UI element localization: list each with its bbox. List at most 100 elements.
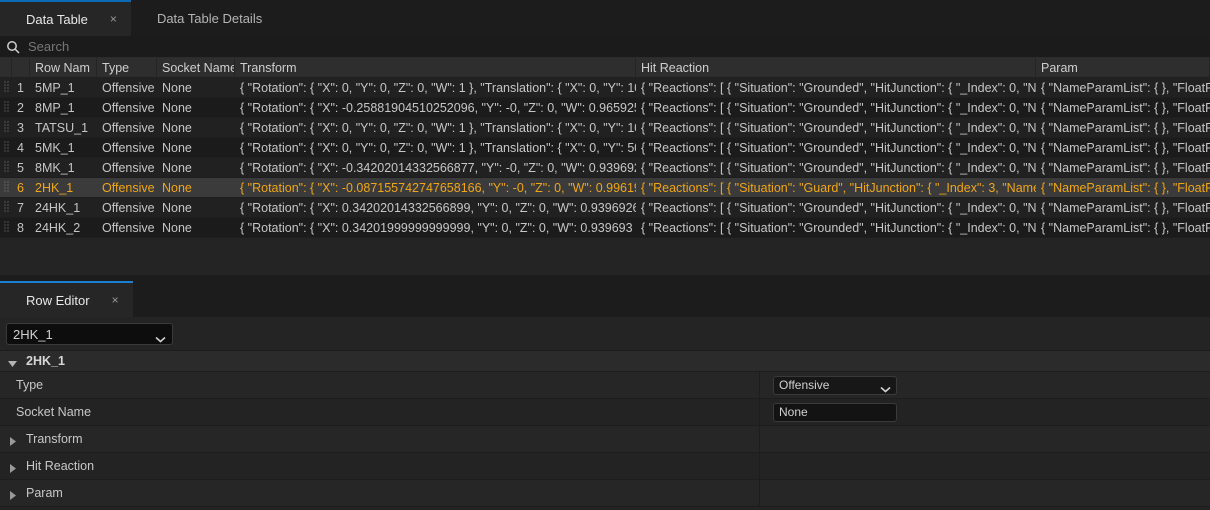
- tab-data-table-label: Data Table: [26, 11, 88, 27]
- data-table-panel: Search Row Nam Type Socket Name Transfor…: [0, 36, 1210, 275]
- tab-row-editor[interactable]: Row Editor ×: [0, 281, 133, 317]
- property-label-cell: Type: [0, 371, 760, 399]
- property-group-label: 2HK_1: [26, 354, 65, 368]
- cell-type: Offensive: [102, 220, 155, 235]
- socket-name-input[interactable]: None: [773, 402, 897, 422]
- cell-transform: { "Rotation": { "X": 0.34202014332566899…: [240, 200, 636, 215]
- row-index: 3: [17, 120, 24, 135]
- cell-hit-reaction: { "Reactions": [ { "Situation": "Grounde…: [641, 140, 1036, 155]
- cell-row-name: 8MP_1: [35, 100, 75, 115]
- search-icon: [6, 40, 20, 54]
- property-group-header[interactable]: 2HK_1: [0, 350, 1210, 372]
- table-row[interactable]: 6 2HK_1 Offensive None { "Rotation": { "X": …: [0, 178, 1210, 198]
- cell-socket-name: None: [162, 100, 192, 115]
- main-tab-bar: Data Table × Data Table Details: [0, 0, 1210, 36]
- property-row[interactable]: Transform: [0, 425, 1210, 453]
- property-row[interactable]: Param: [0, 479, 1210, 507]
- row-drag-handle[interactable]: [0, 198, 12, 218]
- cell-row-name: 24HK_2: [35, 220, 81, 235]
- cell-socket-name: None: [162, 220, 192, 235]
- property-label: Hit Reaction: [26, 459, 95, 473]
- column-header-type[interactable]: Type: [97, 58, 157, 77]
- cell-transform: { "Rotation": { "X": -0.3420201433256687…: [240, 160, 636, 175]
- column-header-socket-name[interactable]: Socket Name: [157, 58, 235, 77]
- table-header-row: Row Nam Type Socket Name Transform Hit R…: [0, 58, 1210, 78]
- cell-transform: { "Rotation": { "X": 0, "Y": 0, "Z": 0, …: [240, 80, 636, 95]
- cell-type: Offensive: [102, 160, 155, 175]
- cell-row-name: 2HK_1: [35, 180, 74, 195]
- table-row[interactable]: 8 24HK_2 Offensive None { "Rotation": { "X":…: [0, 218, 1210, 238]
- row-drag-handle[interactable]: [0, 98, 12, 118]
- cell-row-name: 5MK_1: [35, 140, 75, 155]
- property-value-cell: None: [760, 399, 1210, 426]
- table-row[interactable]: 1 5MP_1 Offensive None { "Rotation": { "X": …: [0, 78, 1210, 98]
- triangle-right-icon[interactable]: [8, 489, 17, 500]
- table-row[interactable]: 2 8MP_1 Offensive None { "Rotation": { "X": …: [0, 98, 1210, 118]
- tab-data-table[interactable]: Data Table ×: [0, 0, 131, 36]
- tab-data-table-details[interactable]: Data Table Details: [131, 0, 276, 36]
- property-row[interactable]: Socket Name None: [0, 398, 1210, 426]
- row-drag-handle[interactable]: [0, 118, 12, 138]
- cell-param: { "NameParamList": { }, "FloatPa: [1041, 140, 1210, 155]
- triangle-right-icon[interactable]: [8, 462, 17, 473]
- search-input[interactable]: Search: [28, 39, 69, 54]
- cell-hit-reaction: { "Reactions": [ { "Situation": "Grounde…: [641, 100, 1036, 115]
- column-header-handle[interactable]: [0, 58, 12, 77]
- cell-type: Offensive: [102, 100, 155, 115]
- cell-type: Offensive: [102, 120, 155, 135]
- column-header-index[interactable]: [12, 58, 30, 77]
- cell-type: Offensive: [102, 180, 155, 195]
- cell-socket-name: None: [162, 180, 192, 195]
- cell-param: { "NameParamList": { }, "FloatPa: [1041, 200, 1210, 215]
- row-selector-dropdown[interactable]: 2HK_1: [6, 323, 173, 345]
- row-drag-handle[interactable]: [0, 158, 12, 178]
- row-drag-handle[interactable]: [0, 178, 12, 198]
- cell-transform: { "Rotation": { "X": 0, "Y": 0, "Z": 0, …: [240, 140, 636, 155]
- table-row[interactable]: 7 24HK_1 Offensive None { "Rotation": { "X":…: [0, 198, 1210, 218]
- cell-socket-name: None: [162, 80, 192, 95]
- close-icon[interactable]: ×: [110, 13, 117, 25]
- type-dropdown-value: Offensive: [779, 378, 830, 392]
- tab-data-table-details-label: Data Table Details: [156, 10, 263, 26]
- row-drag-handle[interactable]: [0, 138, 12, 158]
- cell-row-name: 5MP_1: [35, 80, 75, 95]
- row-index: 6: [17, 180, 24, 195]
- cell-transform: { "Rotation": { "X": 0, "Y": 0, "Z": 0, …: [240, 120, 636, 135]
- row-drag-handle[interactable]: [0, 78, 12, 98]
- row-editor-panel: Row Editor × 2HK_1 2HK_1 Type Offensive So…: [0, 281, 1210, 510]
- property-label-cell: Hit Reaction: [0, 452, 760, 480]
- type-dropdown[interactable]: Offensive: [773, 375, 897, 395]
- cell-param: { "NameParamList": { }, "FloatPa: [1041, 220, 1210, 235]
- cell-socket-name: None: [162, 160, 192, 175]
- triangle-down-icon: [8, 357, 17, 367]
- column-header-hit-reaction[interactable]: Hit Reaction: [636, 58, 1036, 77]
- property-row[interactable]: Hit Reaction: [0, 452, 1210, 480]
- table-row[interactable]: 3 TATSU_1 Offensive None { "Rotation": { "X"…: [0, 118, 1210, 138]
- cell-param: { "NameParamList": { }, "FloatPa: [1041, 100, 1210, 115]
- property-label: Transform: [26, 432, 83, 446]
- property-label: Type: [16, 378, 44, 392]
- triangle-right-icon[interactable]: [8, 435, 17, 446]
- row-drag-handle[interactable]: [0, 218, 12, 238]
- chevron-down-icon: [880, 382, 891, 393]
- table-row[interactable]: 5 8MK_1 Offensive None { "Rotation": { "X": …: [0, 158, 1210, 178]
- search-bar[interactable]: Search: [0, 36, 1210, 58]
- cell-param: { "NameParamList": { }, "FloatPa: [1041, 180, 1210, 195]
- row-selector-container: 2HK_1: [0, 317, 1210, 350]
- cell-socket-name: None: [162, 200, 192, 215]
- column-header-row-name[interactable]: Row Nam: [30, 58, 97, 77]
- row-editor-tab-bar: Row Editor ×: [0, 281, 1210, 317]
- table-row[interactable]: 4 5MK_1 Offensive None { "Rotation": { "X": …: [0, 138, 1210, 158]
- cell-transform: { "Rotation": { "X": -0.0871557427476581…: [240, 180, 636, 195]
- close-icon[interactable]: ×: [112, 294, 119, 306]
- property-value-cell: [760, 453, 1210, 480]
- property-label-cell: Transform: [0, 425, 760, 453]
- cell-hit-reaction: { "Reactions": [ { "Situation": "Grounde…: [641, 160, 1036, 175]
- cell-type: Offensive: [102, 140, 155, 155]
- property-row[interactable]: Type Offensive: [0, 371, 1210, 399]
- column-header-transform[interactable]: Transform: [235, 58, 636, 77]
- property-label-cell: Param: [0, 479, 760, 507]
- row-index: 7: [17, 200, 24, 215]
- cell-type: Offensive: [102, 80, 155, 95]
- column-header-param[interactable]: Param: [1036, 58, 1210, 77]
